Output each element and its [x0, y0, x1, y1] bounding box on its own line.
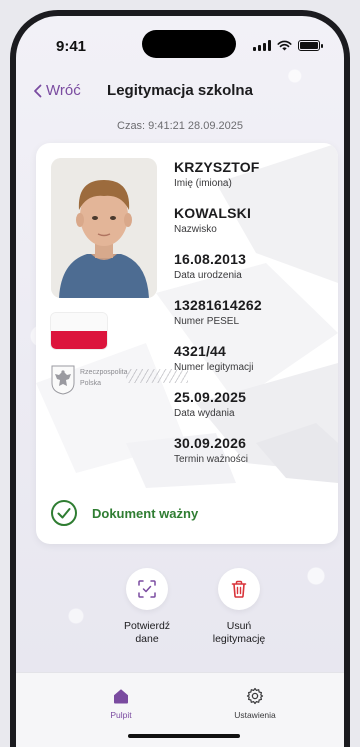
screen: 9:41 Wróć Legitymacja szkolna Czas: 9:41… — [16, 16, 344, 747]
tab-ustawienia[interactable]: Ustawienia — [210, 687, 300, 720]
card-fields: KRZYSZTOF Imię (imiona) KOWALSKI Nazwisk… — [174, 159, 330, 481]
confirm-data-circle[interactable] — [126, 568, 168, 610]
field-value: 30.09.2026 — [174, 435, 247, 451]
field-value: KRZYSZTOF — [174, 159, 260, 175]
scan-icon — [138, 580, 156, 598]
timestamp: Czas: 9:41:21 28.09.2025 — [117, 120, 243, 132]
delete-id-label-line1: Usuń — [226, 620, 252, 632]
delete-id-button[interactable]: Usuń legitymację — [194, 568, 284, 646]
navigation-bar: Wróć Legitymacja szkolna — [16, 80, 344, 104]
field-id-number: 4321/44 Numer legitymacji — [174, 343, 330, 389]
field-label: Termin ważności — [174, 454, 248, 465]
status-time: 9:41 — [56, 38, 87, 55]
field-pesel: 13281614262 Numer PESEL — [174, 297, 330, 343]
battery-icon — [298, 40, 323, 51]
field-value: 13281614262 — [174, 297, 262, 313]
eagle-emblem-icon — [51, 365, 75, 395]
confirm-data-button[interactable]: Potwierdź dane — [102, 568, 192, 646]
validity-text: Dokument ważny — [92, 505, 199, 521]
field-birth-date: 16.08.2013 Data urodzenia — [174, 251, 330, 297]
student-photo — [51, 158, 157, 298]
field-label: Nazwisko — [174, 224, 217, 235]
confirm-data-label-line1: Potwierdź — [123, 620, 171, 632]
field-value: 4321/44 — [174, 343, 227, 359]
field-first-name: KRZYSZTOF Imię (imiona) — [174, 159, 330, 205]
cellular-signal-icon — [253, 40, 271, 51]
gear-icon — [246, 687, 264, 705]
trash-icon — [231, 580, 247, 598]
field-value: 16.08.2013 — [174, 251, 247, 267]
wifi-icon — [277, 40, 292, 51]
student-portrait — [51, 158, 157, 298]
emblem-caption-line1: Rzeczpospolita — [80, 369, 128, 376]
field-label: Imię (imiona) — [174, 178, 232, 189]
home-indicator — [128, 734, 240, 738]
field-last-name: KOWALSKI Nazwisko — [174, 205, 330, 251]
delete-id-label-line2: legitymację — [212, 633, 266, 645]
field-value: KOWALSKI — [174, 205, 252, 221]
check-circle-icon — [51, 500, 77, 526]
tab-label: Ustawienia — [234, 710, 276, 720]
field-label: Numer legitymacji — [174, 362, 254, 373]
tab-pulpit[interactable]: Pulpit — [76, 687, 166, 720]
field-value: 25.09.2025 — [174, 389, 247, 405]
status-bar: 9:41 — [16, 16, 344, 68]
page-title: Legitymacja szkolna — [107, 82, 253, 99]
emblem-caption: Rzeczpospolita Polska — [80, 367, 127, 389]
tab-label: Pulpit — [110, 710, 132, 720]
dynamic-island — [142, 30, 236, 58]
confirm-data-label-line2: dane — [135, 633, 159, 645]
emblem-caption-line2: Polska — [80, 380, 102, 387]
polish-flag — [51, 313, 107, 349]
field-label: Data urodzenia — [174, 270, 242, 281]
field-label: Numer PESEL — [174, 316, 240, 327]
delete-id-label: Usuń legitymację — [194, 620, 284, 646]
field-issue-date: 25.09.2025 Data wydania — [174, 389, 330, 435]
phone-frame: 9:41 Wróć Legitymacja szkolna Czas: 9:41… — [10, 10, 350, 747]
delete-id-circle[interactable] — [218, 568, 260, 610]
validity-status: Dokument ważny — [50, 499, 198, 527]
field-label: Data wydania — [174, 408, 235, 419]
confirm-data-label: Potwierdź dane — [102, 620, 192, 646]
status-icons — [253, 40, 323, 51]
field-expiry-date: 30.09.2026 Termin ważności — [174, 435, 330, 481]
id-card: Rzeczpospolita Polska KRZYSZTOF Imię (im… — [36, 143, 338, 544]
home-icon — [114, 689, 128, 704]
